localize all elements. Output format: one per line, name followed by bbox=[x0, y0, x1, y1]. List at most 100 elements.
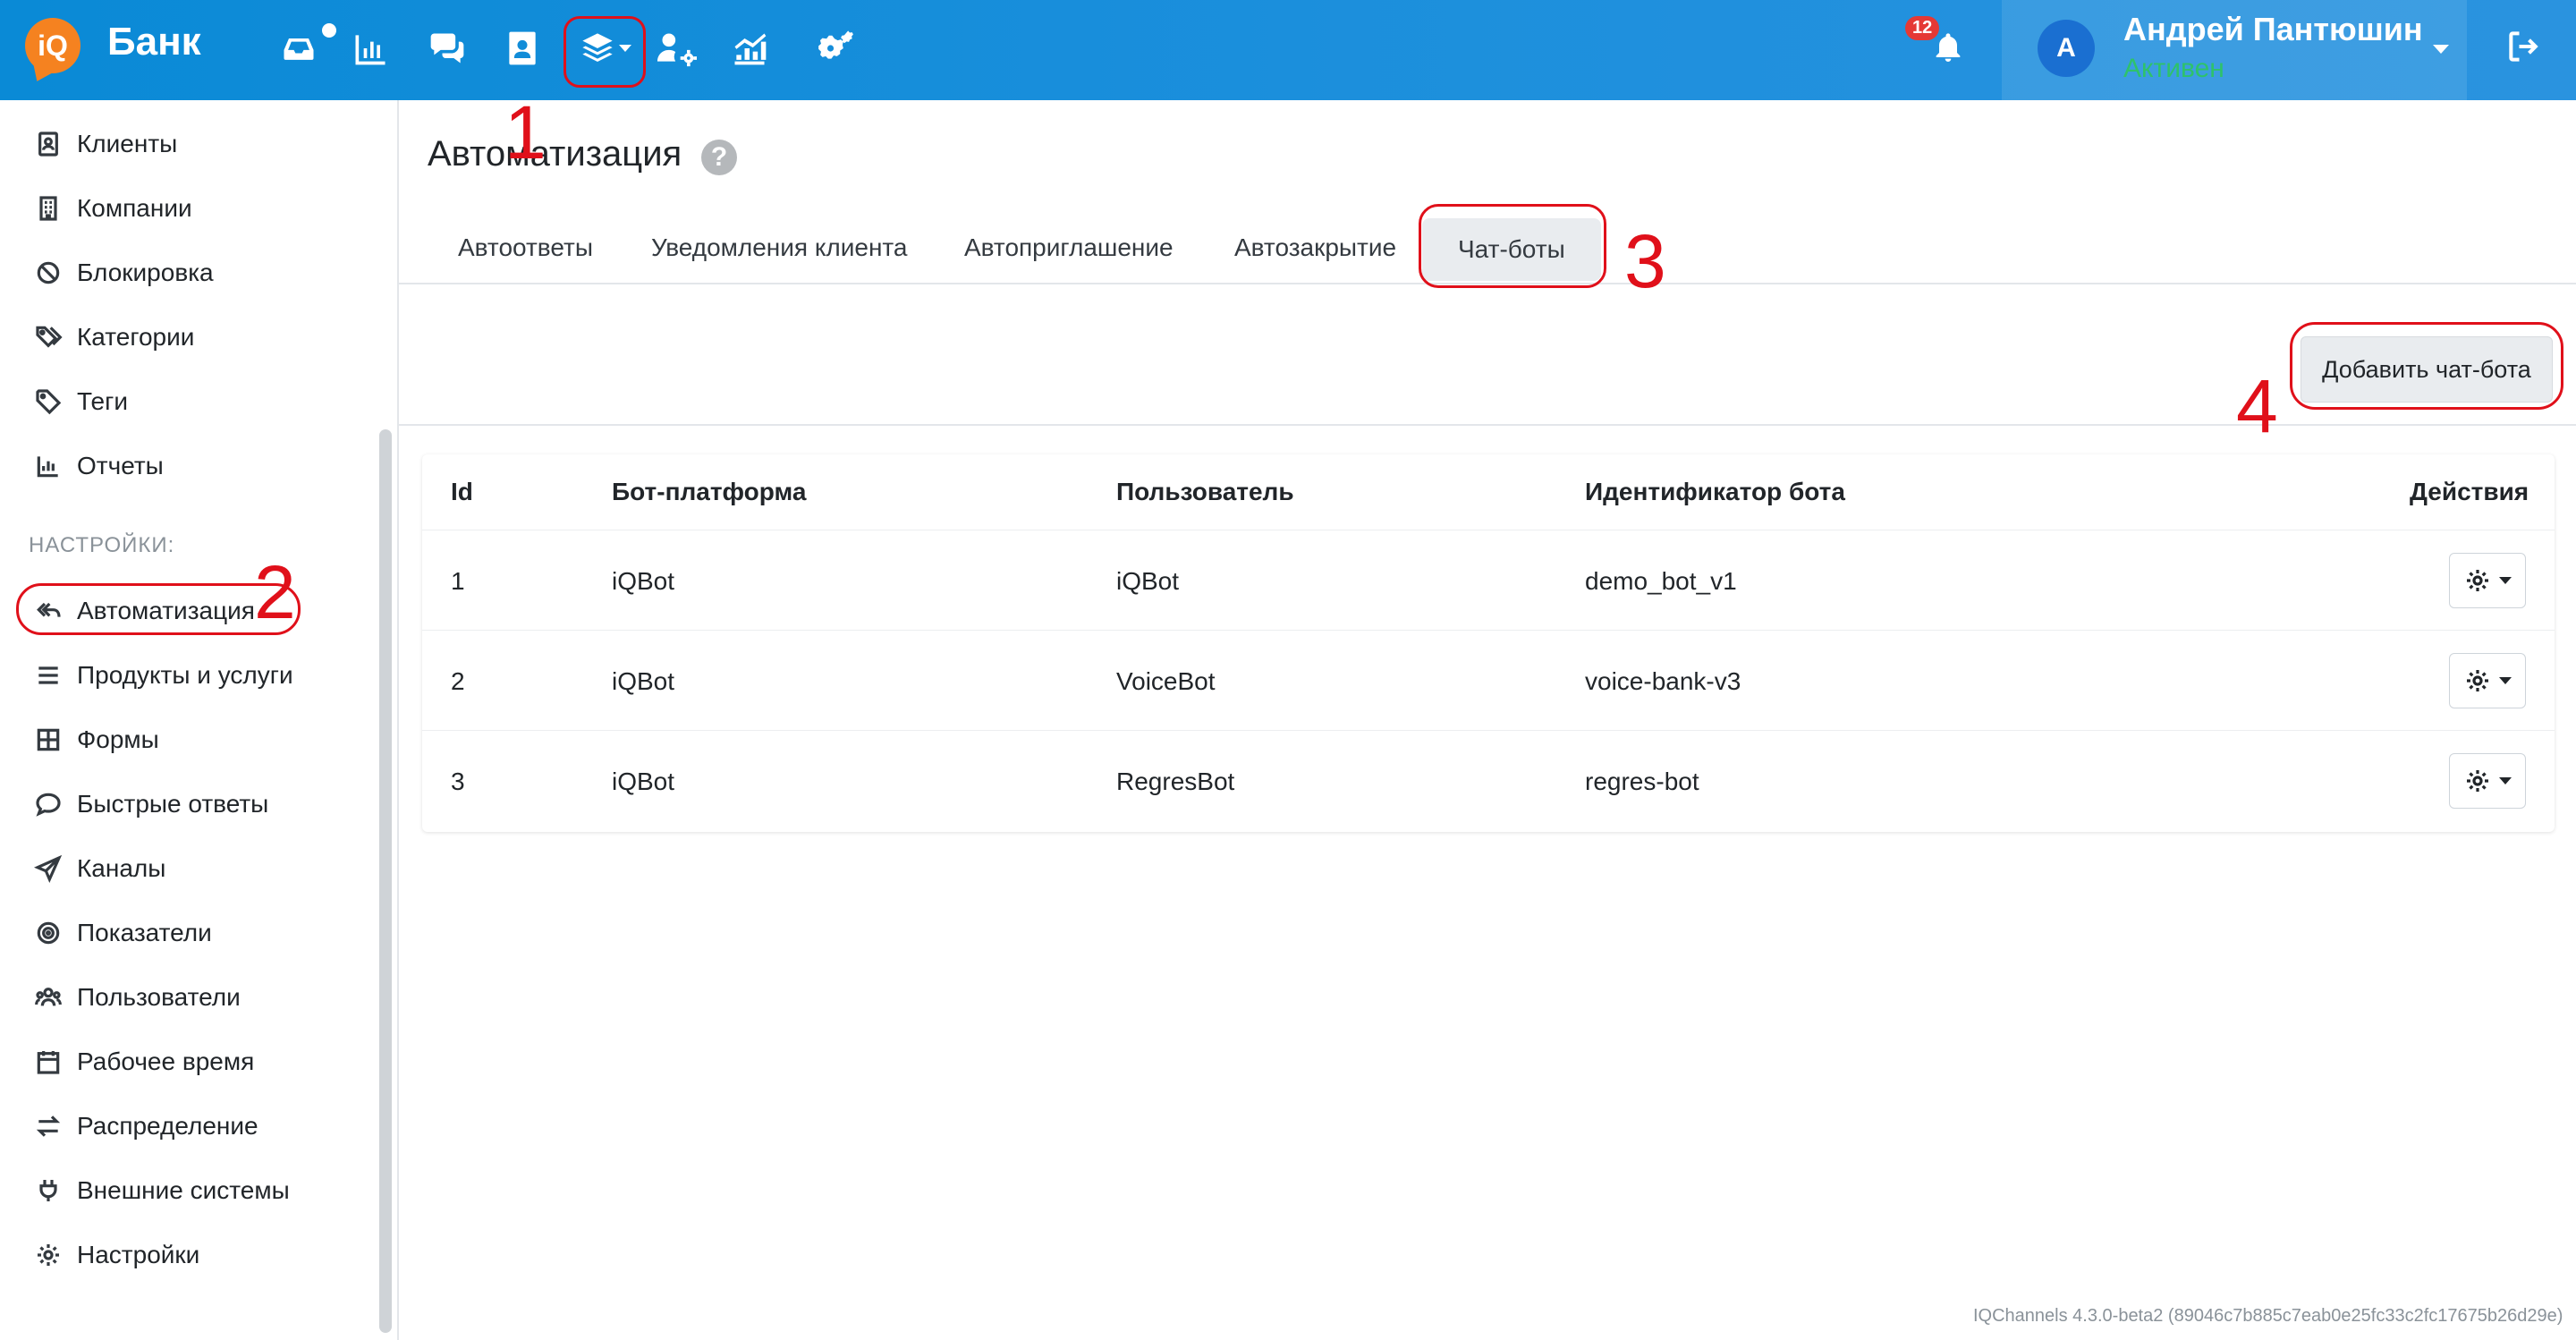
address-book-icon bbox=[38, 131, 58, 157]
sidebar-scrollbar[interactable] bbox=[379, 429, 392, 1333]
target-icon bbox=[37, 921, 60, 945]
chatbots-table bbox=[422, 454, 2555, 832]
inbox-icon[interactable] bbox=[274, 23, 324, 73]
column-header-bot-id: Идентификатор бота bbox=[1585, 478, 1845, 505]
tab-auto-close[interactable]: Автозакрытие bbox=[1234, 220, 1396, 276]
column-header-platform: Бот-платформа bbox=[612, 478, 807, 505]
sidebar-item-channels[interactable]: Каналы bbox=[34, 846, 165, 891]
contacts-icon[interactable] bbox=[497, 23, 547, 73]
annotation-box-4 bbox=[2290, 322, 2563, 410]
sidebar-item-label: Внешние системы bbox=[77, 1176, 290, 1204]
unread-dot bbox=[322, 23, 336, 38]
gear-icon bbox=[2467, 570, 2488, 591]
app-version: IQChannels 4.3.0-beta2 (89046c7b885c7eab… bbox=[1973, 1306, 2563, 1326]
sidebar-item-users[interactable]: Пользователи bbox=[34, 975, 241, 1020]
gear-icon bbox=[38, 1244, 59, 1266]
sidebar-item-distribution[interactable]: Распределение bbox=[34, 1104, 258, 1149]
chevron-down-icon bbox=[2499, 577, 2512, 584]
tags-icon bbox=[36, 326, 63, 348]
annotation-number-2: 2 bbox=[254, 550, 296, 634]
gear-icon bbox=[2467, 770, 2488, 792]
gear-icon bbox=[2467, 670, 2488, 691]
sidebar-item-label: Компании bbox=[77, 194, 192, 222]
bell-icon[interactable] bbox=[1923, 23, 1977, 73]
sidebar-item-categories[interactable]: Категории bbox=[34, 315, 194, 360]
table-cell-platform: iQBot bbox=[612, 567, 675, 595]
analytics-icon[interactable] bbox=[724, 23, 775, 73]
table-cell-id: 1 bbox=[451, 567, 465, 595]
chat-icon[interactable] bbox=[422, 23, 472, 73]
plug-icon bbox=[39, 1180, 57, 1201]
sidebar-item-external-systems[interactable]: Внешние системы bbox=[34, 1168, 290, 1213]
logo[interactable]: iQ bbox=[25, 18, 80, 73]
row-actions-button[interactable] bbox=[2449, 753, 2526, 809]
cogs-icon[interactable] bbox=[805, 23, 864, 73]
row-actions-button[interactable] bbox=[2449, 653, 2526, 708]
table-cell-platform: iQBot bbox=[612, 768, 675, 795]
sidebar-item-label: Каналы bbox=[77, 854, 166, 882]
sidebar-item-label: Клиенты bbox=[77, 130, 178, 157]
sidebar-item-label: Быстрые ответы bbox=[77, 790, 269, 818]
column-header-user: Пользователь bbox=[1116, 478, 1294, 505]
sidebar-item-label: Формы bbox=[77, 725, 159, 753]
sidebar-item-products[interactable]: Продукты и услуги bbox=[34, 653, 293, 698]
calendar-icon bbox=[37, 1051, 60, 1074]
annotation-number-3: 3 bbox=[1624, 219, 1666, 303]
tab-auto-invite[interactable]: Автоприглашение bbox=[964, 220, 1174, 276]
grid-icon bbox=[37, 728, 60, 751]
annotation-box-1 bbox=[564, 16, 646, 88]
ban-icon bbox=[37, 261, 60, 284]
user-name[interactable]: Андрей Пантюшин bbox=[2123, 11, 2423, 48]
sidebar-item-indicators[interactable]: Показатели bbox=[34, 911, 212, 955]
list-icon bbox=[38, 666, 58, 684]
sidebar-item-label: Рабочее время bbox=[77, 1047, 255, 1075]
user-status: Активен bbox=[2123, 54, 2224, 83]
user-cog-icon[interactable] bbox=[644, 23, 710, 73]
sidebar-item-label: Категории bbox=[77, 323, 195, 351]
tag-icon bbox=[36, 389, 62, 415]
table-cell-id: 2 bbox=[451, 667, 465, 695]
paper-plane-icon bbox=[34, 854, 63, 883]
avatar[interactable]: А bbox=[2038, 20, 2095, 77]
sidebar-section-settings: НАСТРОЙКИ: bbox=[29, 533, 175, 557]
sidebar-item-label: Показатели bbox=[77, 919, 212, 946]
table-cell-user: RegresBot bbox=[1116, 768, 1235, 795]
table-cell-bot-id: voice-bank-v3 bbox=[1585, 667, 1741, 695]
sidebar-item-reports[interactable]: Отчеты bbox=[34, 444, 164, 488]
sidebar-item-tags[interactable]: Теги bbox=[34, 379, 128, 424]
tab-autoreplies[interactable]: Автоответы bbox=[458, 220, 593, 276]
page-title: Автоматизация bbox=[428, 134, 682, 174]
exchange-icon bbox=[36, 1115, 61, 1137]
sidebar-item-forms[interactable]: Формы bbox=[34, 717, 159, 762]
comment-dots-icon bbox=[36, 793, 61, 817]
sidebar-item-companies[interactable]: Компании bbox=[34, 186, 192, 231]
logout-icon[interactable] bbox=[2504, 27, 2555, 72]
sidebar-item-label: Распределение bbox=[77, 1112, 258, 1140]
sidebar-item-blocking[interactable]: Блокировка bbox=[34, 250, 214, 295]
sidebar-item-settings[interactable]: Настройки bbox=[34, 1233, 199, 1277]
table-cell-bot-id: regres-bot bbox=[1585, 768, 1699, 795]
chevron-down-icon[interactable] bbox=[2433, 45, 2449, 54]
tab-client-notifications[interactable]: Уведомления клиента bbox=[651, 220, 908, 276]
sidebar-item-label: Блокировка bbox=[77, 259, 214, 286]
column-header-id: Id bbox=[451, 478, 473, 505]
chart-bars-icon[interactable] bbox=[345, 23, 395, 73]
sidebar-item-clients[interactable]: Клиенты bbox=[34, 122, 177, 166]
table-cell-bot-id: demo_bot_v1 bbox=[1585, 567, 1737, 595]
chevron-down-icon bbox=[2499, 677, 2512, 684]
chevron-down-icon bbox=[2499, 777, 2512, 784]
sidebar-item-label: Продукты и услуги bbox=[77, 661, 293, 689]
brand-name: Банк bbox=[107, 20, 201, 64]
table-cell-id: 3 bbox=[451, 768, 465, 795]
help-icon[interactable]: ? bbox=[701, 140, 737, 175]
sidebar-item-label: Пользователи bbox=[77, 983, 241, 1011]
building-icon bbox=[39, 196, 57, 221]
row-actions-button[interactable] bbox=[2449, 553, 2526, 608]
table-cell-user: iQBot bbox=[1116, 567, 1180, 595]
table-cell-user: VoiceBot bbox=[1116, 667, 1216, 695]
table-cell-platform: iQBot bbox=[612, 667, 675, 695]
annotation-box-3 bbox=[1419, 204, 1606, 288]
sidebar-item-working-hours[interactable]: Рабочее время bbox=[34, 1039, 254, 1084]
sidebar-item-quick-replies[interactable]: Быстрые ответы bbox=[34, 782, 268, 827]
users-icon bbox=[35, 988, 62, 1006]
